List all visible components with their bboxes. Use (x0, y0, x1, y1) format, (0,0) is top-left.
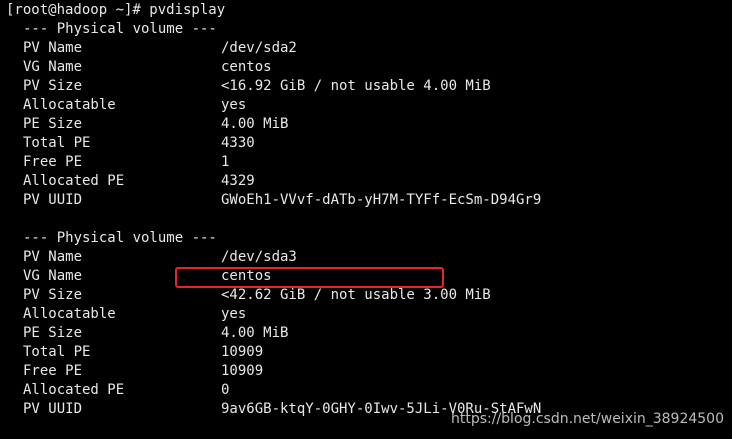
field-row-free-pe: Free PE 10909 (0, 362, 732, 381)
field-label: Free PE (23, 154, 83, 170)
field-value: 0 (221, 382, 230, 398)
field-value: 4.00 MiB (221, 116, 289, 132)
field-value: 10909 (221, 363, 264, 379)
volume-header: --- Physical volume --- (23, 21, 217, 37)
terminal-window[interactable]: [root@hadoop ~]# pvdisplay --- Physical … (0, 0, 732, 439)
field-row-allocated-pe: Allocated PE 0 (0, 381, 732, 400)
field-value: <16.92 GiB / not usable 4.00 MiB (221, 78, 491, 94)
field-value: centos (221, 268, 272, 284)
field-row-total-pe: Total PE 4330 (0, 134, 732, 153)
field-label: Allocatable (23, 97, 116, 113)
field-row-allocated-pe: Allocated PE 4329 (0, 172, 732, 191)
watermark: https://blog.csdn.net/weixin_38924500 (450, 411, 724, 427)
field-row-free-pe: Free PE 1 (0, 153, 732, 172)
field-label: VG Name (23, 59, 83, 75)
field-label: Free PE (23, 363, 83, 379)
field-row-allocatable: Allocatable yes (0, 96, 732, 115)
field-value: yes (221, 306, 247, 322)
field-value: <42.62 GiB / not usable 3.00 MiB (221, 287, 491, 303)
field-value: centos (221, 59, 272, 75)
field-value: 4.00 MiB (221, 325, 289, 341)
field-value: 4329 (221, 173, 255, 189)
field-row-pv-name: PV Name /dev/sda2 (0, 39, 732, 58)
field-label: VG Name (23, 268, 83, 284)
field-label: Allocatable (23, 306, 116, 322)
field-row-pe-size: PE Size 4.00 MiB (0, 115, 732, 134)
field-label: PV Name (23, 40, 83, 56)
field-value: 4330 (221, 135, 255, 151)
field-value: 10909 (221, 344, 264, 360)
field-row-vg-name: VG Name centos (0, 267, 732, 286)
command-prompt: [root@hadoop ~]# pvdisplay (6, 2, 226, 18)
field-row-vg-name: VG Name centos (0, 58, 732, 77)
field-label: PV UUID (23, 401, 83, 417)
field-label: PE Size (23, 116, 83, 132)
field-row-pv-uuid: PV UUID GWoEh1-VVvf-dATb-yH7M-TYFf-EcSm-… (0, 191, 732, 210)
field-row-pv-name: PV Name /dev/sda3 (0, 248, 732, 267)
field-label: PV UUID (23, 192, 83, 208)
field-label: Total PE (23, 344, 91, 360)
field-value: 1 (221, 154, 230, 170)
field-row-pe-size: PE Size 4.00 MiB (0, 324, 732, 343)
field-value: /dev/sda3 (221, 249, 297, 265)
field-value: yes (221, 97, 247, 113)
field-label: PV Name (23, 249, 83, 265)
field-value: GWoEh1-VVvf-dATb-yH7M-TYFf-EcSm-D94Gr9 (221, 192, 542, 208)
field-label: PV Size (23, 287, 83, 303)
field-row-pv-size: PV Size <16.92 GiB / not usable 4.00 MiB (0, 77, 732, 96)
field-label: Allocated PE (23, 173, 125, 189)
field-row-allocatable: Allocatable yes (0, 305, 732, 324)
volume-header: --- Physical volume --- (23, 230, 217, 246)
field-row-total-pe: Total PE 10909 (0, 343, 732, 362)
field-label: PE Size (23, 325, 83, 341)
field-label: Total PE (23, 135, 91, 151)
field-label: PV Size (23, 78, 83, 94)
field-value: /dev/sda2 (221, 40, 297, 56)
field-row-pv-size: PV Size <42.62 GiB / not usable 3.00 MiB (0, 286, 732, 305)
field-label: Allocated PE (23, 382, 125, 398)
